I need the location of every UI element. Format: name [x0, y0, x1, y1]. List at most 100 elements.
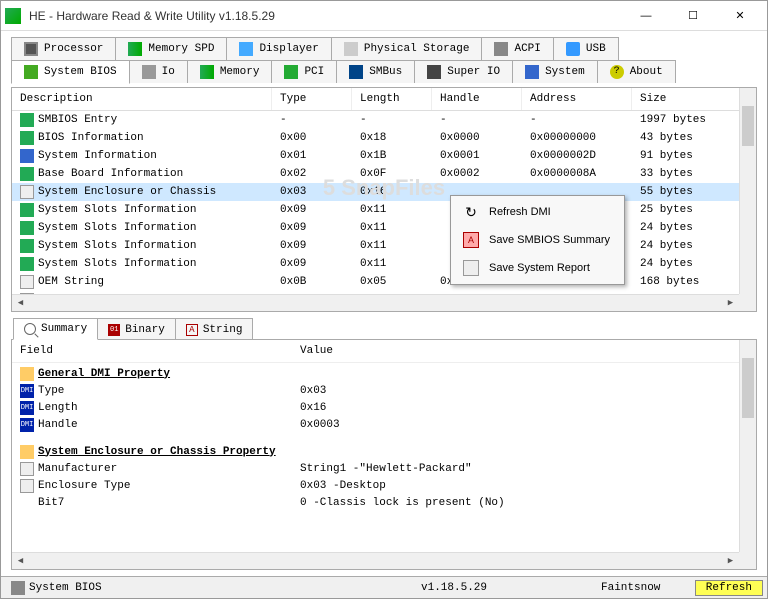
table-row[interactable]: Base Board Information0x020x0F0x00020x00… [12, 165, 756, 183]
detail-row-icon [20, 496, 34, 510]
context-save-smbios-summary[interactable]: Save SMBIOS Summary [453, 226, 622, 254]
row-description: OEM String [38, 276, 104, 288]
detail-row[interactable]: Type 0x03 [12, 382, 756, 399]
detail-field: Enclosure Type [38, 480, 130, 492]
detail-row-icon [20, 401, 34, 415]
context-refresh-dmi[interactable]: ↻Refresh DMI [453, 198, 622, 226]
context-label: Refresh DMI [489, 206, 551, 218]
table-row[interactable]: OEM String0x0B0x050x00080x0000014F168 by… [12, 273, 756, 291]
table-row[interactable]: System Slots Information0x090x1124 bytes [12, 237, 756, 255]
col-size[interactable]: Size [632, 88, 756, 110]
main-window: HE - Hardware Read & Write Utility v1.18… [0, 0, 768, 599]
subtab-label: Binary [125, 324, 165, 336]
tab-label: Memory [220, 66, 260, 78]
horizontal-scrollbar[interactable]: ◀▶ [12, 294, 739, 311]
detail-field: Type [38, 385, 64, 397]
detail-row-icon [20, 462, 34, 476]
tab-label: Super IO [447, 66, 500, 78]
about-icon [610, 65, 624, 79]
super-io-icon [427, 65, 441, 79]
dmi-table-panel: Description Type Length Handle Address S… [11, 87, 757, 312]
context-label: Save System Report [489, 262, 590, 274]
col-description[interactable]: Description [12, 88, 272, 110]
table-row[interactable]: System Enclosure or Chassis0x030x1655 by… [12, 183, 756, 201]
tab-pci[interactable]: PCI [271, 60, 337, 83]
acpi-icon [494, 42, 508, 56]
tab-label: PCI [304, 66, 324, 78]
status-left: System BIOS [29, 582, 102, 594]
summary-icon [24, 323, 36, 335]
detail-row[interactable]: Length0x16 [12, 399, 756, 416]
detail-vertical-scrollbar[interactable] [739, 340, 756, 552]
tab-system-bios[interactable]: System BIOS [11, 60, 130, 84]
col-field[interactable]: Field [20, 345, 300, 357]
detail-field: Handle [38, 419, 78, 431]
table-row[interactable]: System Information0x010x1B0x00010x000000… [12, 147, 756, 165]
detail-row[interactable]: General DMI Property [12, 365, 756, 382]
subtab-summary[interactable]: Summary [13, 318, 98, 340]
row-icon [20, 221, 34, 235]
detail-value: String1 -"Hewlett-Packard" [292, 463, 756, 475]
tab-label: SMBus [369, 66, 402, 78]
tab-processor[interactable]: Processor [11, 37, 116, 60]
col-value[interactable]: Value [300, 345, 748, 357]
tab-super-io[interactable]: Super IO [414, 60, 513, 83]
detail-row[interactable]: ManufacturerString1 -"Hewlett-Packard" [12, 460, 756, 477]
tab-acpi[interactable]: ACPI [481, 37, 553, 60]
tab-system[interactable]: System [512, 60, 598, 83]
table-row[interactable]: BIOS Information0x000x180x00000x00000000… [12, 129, 756, 147]
tab-label: Displayer [259, 43, 318, 55]
row-icon [20, 239, 34, 253]
tab-label: Physical Storage [364, 43, 470, 55]
tab-io[interactable]: Io [129, 60, 188, 83]
detail-row[interactable]: Handle 0x0003 [12, 416, 756, 433]
detail-row-icon [20, 384, 34, 398]
maximize-button[interactable]: ☐ [670, 2, 716, 30]
tab-smbus[interactable]: SMBus [336, 60, 415, 83]
string-icon [186, 324, 198, 336]
tab-physical-storage[interactable]: Physical Storage [331, 37, 483, 60]
tab-displayer[interactable]: Displayer [226, 37, 331, 60]
close-button[interactable]: ✕ [717, 2, 763, 30]
table-row[interactable]: System Slots Information0x090x1124 bytes [12, 255, 756, 273]
tab-memory-spd[interactable]: Memory SPD [115, 37, 227, 60]
col-handle[interactable]: Handle [432, 88, 522, 110]
table-row[interactable]: SMBIOS Entry----1997 bytes [12, 111, 756, 129]
detail-value: 0x16 [292, 402, 756, 414]
table-row[interactable]: System Slots Information0x090x1124 bytes [12, 219, 756, 237]
tab-usb[interactable]: USB [553, 37, 619, 60]
row-icon [20, 113, 34, 127]
memory-spd-icon [128, 42, 142, 56]
row-description: BIOS Information [38, 132, 144, 144]
titlebar: HE - Hardware Read & Write Utility v1.18… [1, 1, 767, 31]
detail-value: 0x0003 [292, 419, 756, 431]
col-address[interactable]: Address [522, 88, 632, 110]
context-save-system-report[interactable]: Save System Report [453, 254, 622, 282]
minimize-button[interactable]: — [623, 2, 669, 30]
detail-field: General DMI Property [38, 368, 170, 380]
detail-row[interactable]: System Enclosure or Chassis Property [12, 443, 756, 460]
processor-icon [24, 42, 38, 56]
detail-horizontal-scrollbar[interactable]: ◀▶ [12, 552, 739, 569]
subtab-string[interactable]: String [175, 318, 254, 340]
col-type[interactable]: Type [272, 88, 352, 110]
tab-about[interactable]: About [597, 60, 676, 83]
system-icon [525, 65, 539, 79]
subtab-binary[interactable]: Binary [97, 318, 176, 340]
row-description: Base Board Information [38, 168, 183, 180]
detail-row[interactable]: Enclosure Type0x03 -Desktop [12, 477, 756, 494]
table-row[interactable]: System Slots Information0x090x1125 bytes [12, 201, 756, 219]
detail-row-icon [20, 418, 34, 432]
detail-value: 0x03 [292, 385, 756, 397]
detail-row[interactable]: Bit70 -Classis lock is present (No) [12, 494, 756, 511]
refresh-button[interactable]: Refresh [695, 580, 763, 596]
row-description: SMBIOS Entry [38, 114, 117, 126]
col-length[interactable]: Length [352, 88, 432, 110]
main-tabs: Processor Memory SPD Displayer Physical Sto… [11, 37, 757, 83]
tab-label: Processor [44, 43, 103, 55]
tab-memory[interactable]: Memory [187, 60, 273, 83]
detail-row-icon [20, 445, 34, 459]
context-label: Save SMBIOS Summary [489, 234, 610, 246]
vertical-scrollbar[interactable] [739, 88, 756, 294]
status-version: v1.18.5.29 [421, 582, 487, 594]
